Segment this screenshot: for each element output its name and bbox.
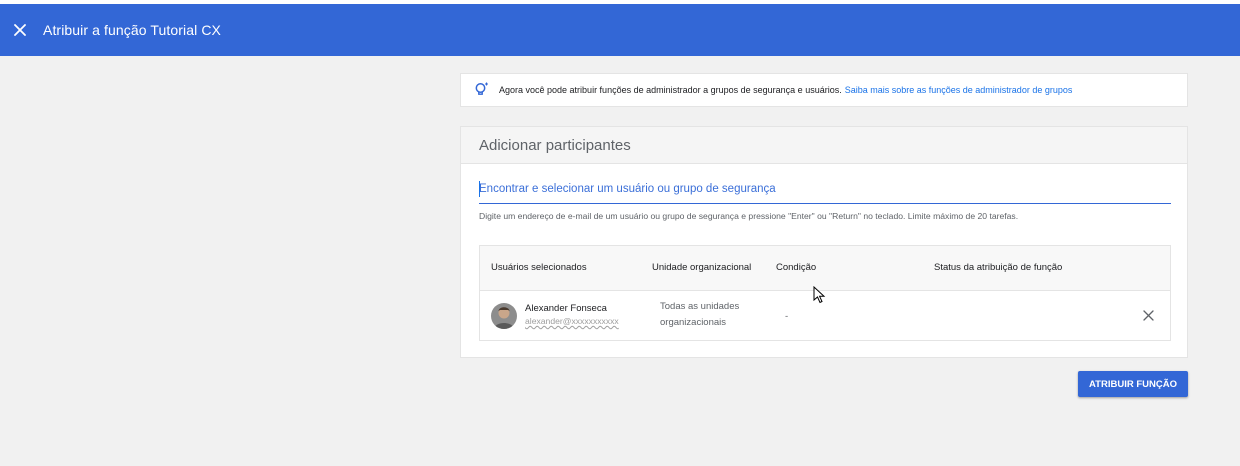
org-unit: Todas as unidades organizacionais bbox=[660, 301, 740, 328]
avatar bbox=[491, 303, 517, 329]
info-text: Agora você pode atribuir funções de admi… bbox=[499, 85, 842, 95]
column-header: Usuários selecionados bbox=[491, 262, 587, 273]
user-name: Alexander Fonseca bbox=[525, 303, 607, 314]
column-header: Unidade organizacional bbox=[652, 262, 752, 273]
search-hint: Digite um endereço de e-mail de um usuár… bbox=[479, 211, 1019, 221]
top-bar: Atribuir a função Tutorial CX bbox=[0, 4, 1240, 56]
close-icon bbox=[1142, 309, 1154, 321]
close-button[interactable] bbox=[10, 20, 30, 40]
lightbulb-icon bbox=[473, 81, 491, 99]
assign-role-button[interactable]: ATRIBUIR FUNÇÃO bbox=[1078, 371, 1188, 397]
learn-more-link[interactable]: Saiba mais sobre as funções de administr… bbox=[845, 85, 1073, 95]
user-email: alexander@xxxxxxxxxxx bbox=[525, 316, 619, 326]
close-icon bbox=[14, 24, 26, 36]
search-field[interactable] bbox=[479, 177, 1171, 204]
search-input[interactable] bbox=[479, 177, 1171, 201]
column-header: Condição bbox=[776, 262, 817, 273]
remove-user-button[interactable] bbox=[1140, 307, 1156, 323]
info-banner: Agora você pode atribuir funções de admi… bbox=[460, 73, 1188, 107]
card-title: Adicionar participantes bbox=[461, 127, 1187, 164]
page: Atribuir a função Tutorial CX Agora você… bbox=[0, 0, 1240, 466]
column-header: Status da atribuição de função bbox=[934, 262, 1063, 273]
add-participants-card: Adicionar participantes Digite um endere… bbox=[460, 126, 1188, 358]
mouse-pointer-icon bbox=[813, 286, 826, 304]
table-header: Usuários selecionados Unidade organizaci… bbox=[480, 246, 1170, 291]
condition: - bbox=[785, 311, 789, 322]
page-title: Atribuir a função Tutorial CX bbox=[43, 22, 221, 38]
text-caret bbox=[479, 181, 480, 197]
